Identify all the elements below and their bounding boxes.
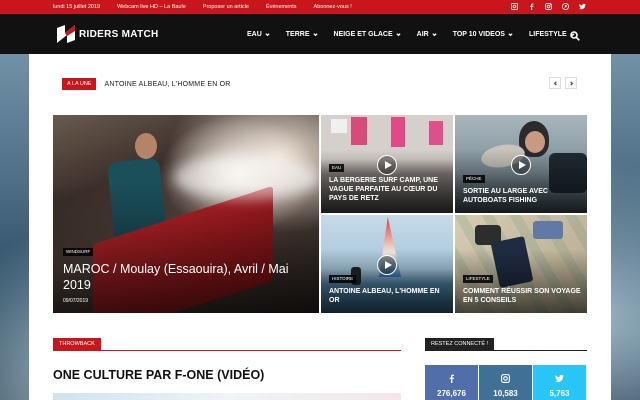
- article-category-badge[interactable]: EAU: [329, 164, 345, 172]
- ticker-headline[interactable]: ANTOINE ALBEAU, L'HOMME EN OR: [104, 81, 230, 88]
- nav-item-lifestyle[interactable]: LIFESTYLE: [529, 31, 575, 38]
- article-card[interactable]: HISTOIRE ANTOINE ALBEAU, L'HOMME EN OR: [321, 215, 453, 313]
- featured-article-title[interactable]: MAROC / Moulay (Essaouira), Avril / Mai …: [63, 261, 293, 293]
- topbar-link-events[interactable]: Événements: [266, 4, 297, 10]
- twitter-follower-count: 5,763: [549, 389, 570, 398]
- ticker-prev-button[interactable]: [549, 77, 561, 89]
- chevron-down-icon: [508, 32, 513, 37]
- play-video-icon[interactable]: [511, 155, 531, 175]
- main-content: A LA UNE ANTOINE ALBEAU, L'HOMME EN OR W…: [29, 54, 611, 400]
- article-card[interactable]: LIFESTYLE COMMENT RÉUSSIR SON VOYAGE EN …: [455, 215, 587, 313]
- nav-item-terre[interactable]: TERRE: [286, 31, 318, 38]
- article-title[interactable]: ANTOINE ALBEAU, L'HOMME EN OR: [329, 287, 451, 305]
- chevron-down-icon: [432, 32, 437, 37]
- instagram-icon[interactable]: [510, 2, 519, 11]
- facebook-follow-box[interactable]: 276,676: [425, 365, 478, 400]
- chevron-right-icon: [569, 80, 573, 86]
- facebook-icon: [449, 374, 454, 383]
- nav-item-neige-et-glace[interactable]: NEIGE ET GLACE: [334, 31, 401, 38]
- throwback-video-thumbnail[interactable]: [53, 393, 401, 400]
- throwback-label: THROWBACK: [53, 338, 101, 351]
- article-category-badge[interactable]: PÊCHE: [463, 175, 485, 183]
- main-header: RIDERS MATCH EAU TERRE NEIGE ET GLACE AI…: [0, 14, 640, 54]
- topbar-link-subscribe[interactable]: Abonnez-vous !: [314, 4, 352, 10]
- chevron-down-icon: [396, 32, 401, 37]
- featured-article-date: 09/07/2019: [63, 298, 89, 304]
- twitter-icon: [555, 374, 564, 383]
- article-card[interactable]: PÊCHE SORTIE AU LARGE AVEC AUTOBOATS FIS…: [455, 115, 587, 213]
- topbar-link-webcam[interactable]: Webcam live HD – La Baule: [117, 4, 186, 10]
- nav-item-eau[interactable]: EAU: [247, 31, 270, 38]
- nav-item-air[interactable]: AIR: [417, 31, 437, 38]
- ticker-nav: [549, 77, 577, 89]
- twitter-follow-box[interactable]: 5,763: [533, 365, 586, 400]
- instagram-follow-box[interactable]: 10,583: [479, 365, 532, 400]
- top-bar: lundi 15 juillet 2019 Webcam live HD – L…: [0, 0, 640, 14]
- pinterest-icon[interactable]: [561, 2, 570, 11]
- nav-item-label: EAU: [247, 30, 262, 38]
- instagram-follower-count: 10,583: [493, 389, 518, 398]
- site-logo[interactable]: RIDERS MATCH: [56, 23, 166, 45]
- chevron-down-icon: [265, 32, 270, 37]
- article-title[interactable]: COMMENT RÉUSSIR SON VOYAGE EN 5 CONSEILS: [463, 287, 585, 305]
- logo-mark-icon: [57, 25, 75, 43]
- nav-item-label: NEIGE ET GLACE: [333, 30, 393, 38]
- instagram-icon: [501, 374, 510, 383]
- throwback-article-title[interactable]: ONE CULTURE PAR F-ONE (VIDÉO): [53, 368, 264, 382]
- throwback-section-header: THROWBACK: [53, 338, 401, 351]
- ticker-next-button[interactable]: [565, 77, 577, 89]
- search-icon[interactable]: [570, 28, 580, 41]
- nav-item-label: AIR: [416, 30, 429, 38]
- main-nav: EAU TERRE NEIGE ET GLACE AIR TOP 10 VIDE…: [247, 14, 591, 54]
- facebook-icon[interactable]: [527, 2, 536, 11]
- facebook-follower-count: 276,676: [437, 389, 466, 398]
- nav-item-label: TERRE: [285, 30, 310, 38]
- nav-item-top-10-videos[interactable]: TOP 10 VIDEOS: [453, 31, 513, 38]
- nav-item-label: LIFESTYLE: [528, 30, 567, 38]
- chevron-left-icon: [553, 80, 557, 86]
- topbar-social-links: [510, 2, 587, 11]
- nav-item-label: TOP 10 VIDEOS: [452, 30, 505, 38]
- ticker-label: A LA UNE: [62, 78, 97, 90]
- current-date: lundi 15 juillet 2019: [53, 4, 101, 10]
- featured-article-card[interactable]: WINDSURF MAROC / Moulay (Essaouira), Avr…: [53, 115, 319, 313]
- instagram-icon[interactable]: [544, 2, 553, 11]
- play-video-icon[interactable]: [377, 155, 397, 175]
- topbar-link-propose-article[interactable]: Proposer un article: [203, 4, 249, 10]
- play-video-icon[interactable]: [377, 255, 397, 275]
- chevron-down-icon: [312, 32, 318, 37]
- article-category-badge[interactable]: HISTOIRE: [329, 275, 357, 283]
- stay-connected-header: RESTEZ CONNECTÉ !: [425, 338, 587, 351]
- article-title[interactable]: SORTIE AU LARGE AVEC AUTOBOATS FISHING: [463, 187, 585, 205]
- news-ticker: A LA UNE ANTOINE ALBEAU, L'HOMME EN OR: [62, 78, 231, 90]
- logo-text: RIDERS MATCH: [79, 28, 159, 40]
- article-category-badge[interactable]: LIFESTYLE: [463, 275, 493, 283]
- article-card[interactable]: EAU LA BERGERIE SURF CAMP, UNE VAGUE PAR…: [321, 115, 453, 213]
- stay-connected-label: RESTEZ CONNECTÉ !: [425, 338, 495, 351]
- featured-category-badge[interactable]: WINDSURF: [63, 248, 94, 256]
- article-title[interactable]: LA BERGERIE SURF CAMP, UNE VAGUE PARFAIT…: [329, 176, 451, 203]
- twitter-icon[interactable]: [578, 2, 587, 11]
